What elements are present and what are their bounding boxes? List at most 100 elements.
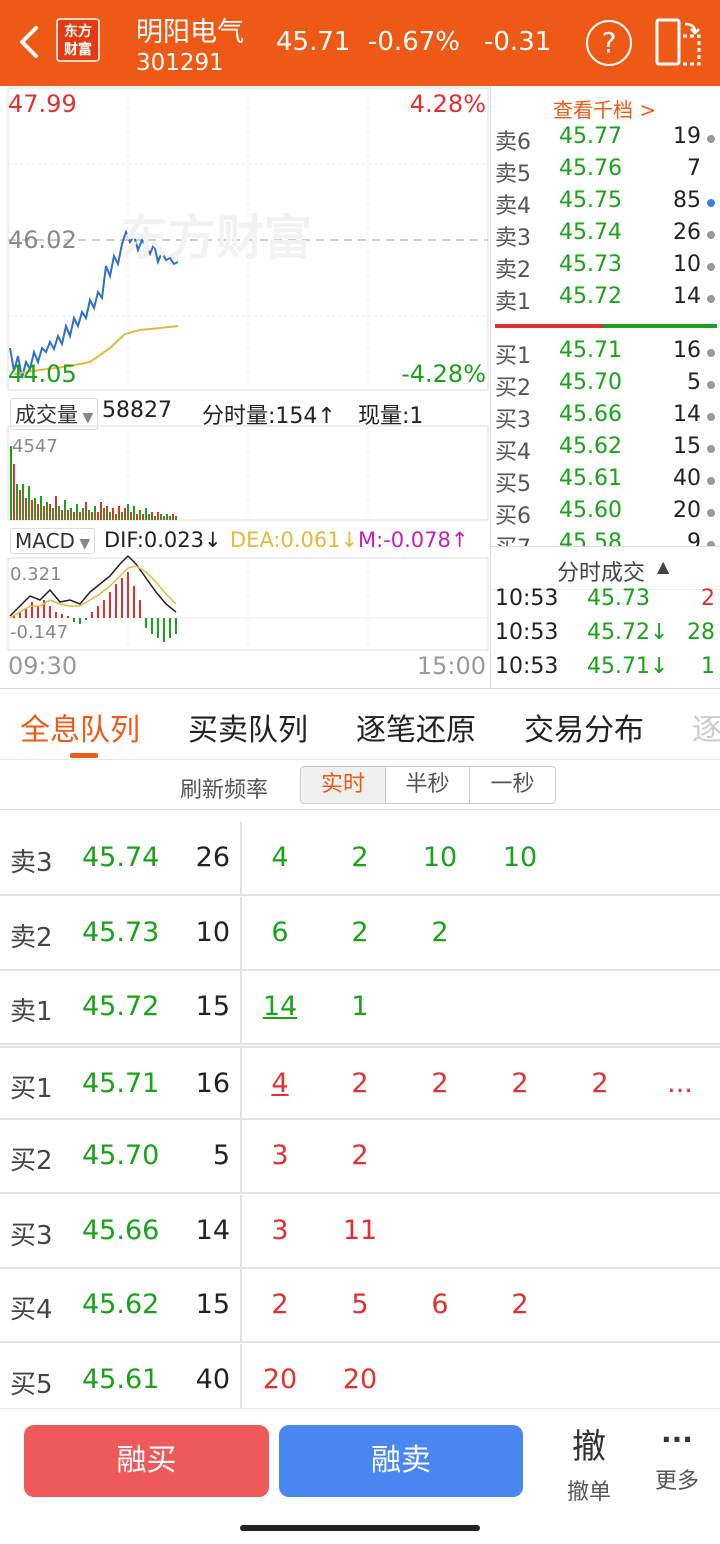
queue-order[interactable]: 2: [330, 917, 390, 948]
bid-row[interactable]: 买4 45.62 15: [491, 434, 719, 466]
queue-order[interactable]: 2: [330, 842, 390, 873]
ask-row[interactable]: 卖1 45.72 14: [491, 284, 719, 316]
ask-label: 卖5: [495, 162, 531, 187]
price-mid-label: 46.02: [8, 226, 77, 254]
help-icon[interactable]: ?: [586, 20, 632, 66]
queue-order[interactable]: 2: [410, 917, 470, 948]
queue-order[interactable]: 1: [330, 991, 390, 1022]
tab-bar: 全息队列 买卖队列 逐笔还原 交易分布 逐: [0, 688, 720, 760]
ask-price: 45.75: [559, 188, 622, 213]
queue-row[interactable]: 卖3 45.74 26 4 2 10 10: [0, 822, 720, 896]
column-divider: [240, 896, 242, 971]
queue-order[interactable]: 5: [330, 1289, 390, 1320]
queue-order[interactable]: 10: [410, 842, 470, 873]
tab-trade-distribution[interactable]: 交易分布: [524, 705, 644, 749]
bid-row[interactable]: 买2 45.70 5: [491, 370, 719, 402]
queue-order[interactable]: 2: [330, 1140, 390, 1171]
margin-buy-button[interactable]: 融买: [24, 1425, 269, 1497]
cancel-order-button[interactable]: 撤 撤单: [556, 1419, 622, 1509]
refresh-realtime[interactable]: 实时: [300, 766, 386, 804]
queue-price: 45.70: [82, 1140, 160, 1171]
queue-row[interactable]: 买2 45.70 5 3 2: [0, 1120, 720, 1194]
margin-sell-button[interactable]: 融卖: [279, 1425, 523, 1497]
queue-price: 45.72: [82, 991, 160, 1022]
queue-row[interactable]: 卖1 45.72 15 14 1: [0, 971, 720, 1045]
volume-indicator-select[interactable]: 成交量 ▼: [10, 398, 99, 430]
queue-order[interactable]: 2: [570, 1068, 630, 1099]
queue-order[interactable]: 10: [490, 842, 550, 873]
queue-row[interactable]: 买3 45.66 14 3 11: [0, 1194, 720, 1269]
intraday-chart[interactable]: 47.99 4.28% 46.02 东方财富 44.05 -4.28% 成交量 …: [0, 86, 490, 688]
refresh-label: 刷新频率: [180, 778, 269, 803]
queue-order[interactable]: 3: [250, 1215, 310, 1246]
queue-order[interactable]: 2: [410, 1068, 470, 1099]
more-icon: ···: [661, 1423, 693, 1456]
current-volume: 现量:1: [358, 404, 424, 429]
ask-price: 45.77: [559, 124, 622, 149]
queue-order[interactable]: 2: [330, 1068, 390, 1099]
more-button[interactable]: ··· 更多: [644, 1419, 710, 1509]
macd-min-label: -0.147: [10, 622, 69, 643]
ask-row[interactable]: 卖6 45.77 19: [491, 124, 719, 156]
bid-row[interactable]: 买1 45.71 16: [491, 338, 719, 370]
queue-order[interactable]: 6: [250, 917, 310, 948]
queue-order[interactable]: 2: [250, 1289, 310, 1320]
queue-order[interactable]: 2: [490, 1068, 550, 1099]
ask-row[interactable]: 卖3 45.74 26: [491, 220, 719, 252]
back-arrow-icon[interactable]: [12, 22, 48, 62]
ask-bar-green: [603, 324, 717, 328]
landscape-switch-icon[interactable]: [653, 18, 703, 66]
order-dot-icon: [707, 231, 715, 239]
bid-price: 45.66: [559, 402, 622, 427]
bid-qty: 20: [673, 498, 701, 523]
queue-level-label: 买1: [10, 1073, 53, 1104]
eastmoney-logo: 东方 财富: [56, 18, 100, 62]
trades-header[interactable]: 分时成交 ▲: [491, 546, 720, 590]
tab-bid-ask-queue[interactable]: 买卖队列: [188, 705, 308, 749]
queue-order[interactable]: 4: [250, 842, 310, 873]
queue-order[interactable]: 20: [250, 1364, 310, 1395]
queue-price: 45.71: [82, 1067, 160, 1099]
queue-order[interactable]: ...: [650, 1068, 710, 1099]
ask-row[interactable]: 卖2 45.73 10: [491, 252, 719, 284]
top-bar: 东方 财富 明阳电气 301291 45.71 -0.67% -0.31 ?: [0, 0, 720, 86]
queue-order[interactable]: 2: [490, 1289, 550, 1320]
refresh-rate-bar: 刷新频率 实时 半秒 一秒: [0, 760, 720, 810]
queue-row[interactable]: 买4 45.62 15 2 5 6 2: [0, 1269, 720, 1343]
queue-order[interactable]: 11: [330, 1215, 390, 1246]
column-divider: [240, 822, 242, 896]
column-divider: [240, 1343, 242, 1418]
trade-qty: 2: [701, 586, 715, 611]
queue-row[interactable]: 卖2 45.73 10 6 2 2: [0, 896, 720, 971]
refresh-half-second[interactable]: 半秒: [386, 766, 470, 804]
tab-full-queue[interactable]: 全息队列: [20, 705, 140, 749]
trade-time: 10:53: [495, 620, 559, 645]
view-depth-link[interactable]: 查看千档 >: [553, 94, 656, 123]
refresh-one-second[interactable]: 一秒: [470, 766, 556, 804]
pct-high-label: 4.28%: [409, 90, 486, 118]
queue-order[interactable]: 14: [250, 991, 310, 1022]
queue-order[interactable]: 20: [330, 1364, 390, 1395]
order-dot-icon: [707, 295, 715, 303]
ask-price: 45.72: [559, 284, 622, 309]
bid-row[interactable]: 买3 45.66 14: [491, 402, 719, 434]
ask-row[interactable]: 卖5 45.76 7: [491, 156, 719, 188]
tab-tick-restore[interactable]: 逐笔还原: [356, 705, 476, 749]
header-change-pct: -0.67%: [368, 27, 460, 57]
queue-order[interactable]: 3: [250, 1140, 310, 1171]
queue-row[interactable]: 买5 45.61 40 20 20: [0, 1343, 720, 1418]
queue-order[interactable]: 4: [250, 1068, 310, 1099]
macd-indicator-select[interactable]: MACD ▼: [10, 528, 96, 554]
bid-row[interactable]: 买6 45.60 20: [491, 498, 719, 530]
tab-more-partial[interactable]: 逐: [692, 705, 720, 749]
queue-row[interactable]: 买1 45.71 16 4 2 2 2 2...: [0, 1045, 720, 1122]
tick-volume: 分时量:154↑: [202, 404, 336, 429]
ask-qty: 7: [687, 156, 701, 181]
stock-code: 301291: [136, 50, 224, 76]
ask-row[interactable]: 卖4 45.75 85: [491, 188, 719, 220]
queue-order[interactable]: 6: [410, 1289, 470, 1320]
ask-label: 卖3: [495, 226, 531, 251]
caret-up-icon: ▲: [657, 557, 670, 576]
bid-row[interactable]: 买5 45.61 40: [491, 466, 719, 498]
queue-qty: 10: [195, 916, 230, 948]
